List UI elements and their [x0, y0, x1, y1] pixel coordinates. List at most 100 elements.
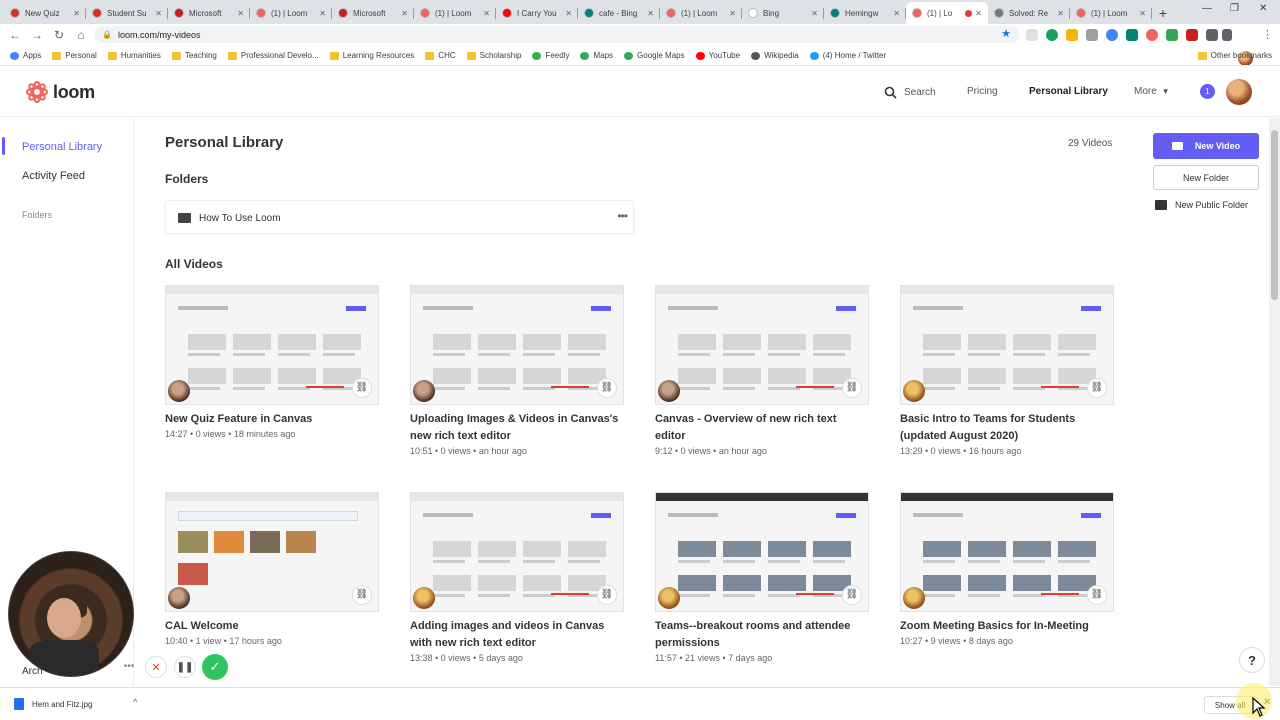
nav-personal-library[interactable]: Personal Library [1029, 86, 1108, 97]
close-tab-icon[interactable]: ✕ [155, 9, 162, 18]
extension-icon[interactable] [1186, 29, 1198, 41]
video-thumbnail[interactable]: ⛓ [655, 285, 869, 405]
video-thumbnail[interactable]: ⛓ [410, 285, 624, 405]
bookmark-star-icon[interactable]: ★ [1001, 27, 1011, 40]
bookmark-item[interactable]: Humanities [107, 51, 161, 60]
restore-icon[interactable]: ❐ [1230, 3, 1239, 14]
new-folder-button[interactable]: New Folder [1153, 165, 1259, 190]
video-thumbnail[interactable]: ⛓ [900, 492, 1114, 612]
video-card[interactable]: ⛓ Basic Intro to Teams for Students (upda… [900, 285, 1114, 456]
close-tab-icon[interactable]: ✕ [565, 9, 572, 18]
video-title[interactable]: CAL Welcome [165, 618, 379, 635]
extension-icon[interactable] [1106, 29, 1118, 41]
media-icon[interactable] [1222, 29, 1232, 41]
extension-icon[interactable] [1026, 29, 1038, 41]
bookmark-item[interactable]: Maps [580, 51, 613, 60]
bookmark-item[interactable]: Apps [10, 51, 41, 60]
nav-pricing[interactable]: Pricing [967, 86, 998, 97]
browser-tab[interactable]: cafe - Bing ✕ [578, 2, 660, 24]
video-title[interactable]: Basic Intro to Teams for Students (updat… [900, 411, 1114, 445]
video-card[interactable]: ⛓ Uploading Images & Videos in Canvas's n… [410, 285, 624, 456]
nav-more[interactable]: More ▼ [1134, 86, 1170, 97]
notification-badge[interactable]: 1 [1200, 84, 1215, 99]
video-thumbnail[interactable]: ⛓ [410, 492, 624, 612]
more-options-icon[interactable]: ••• [617, 209, 628, 223]
video-card[interactable]: ⛓ Zoom Meeting Basics for In-Meeting 10:27… [900, 492, 1114, 646]
help-button[interactable]: ? [1239, 647, 1265, 673]
browser-tab[interactable]: Solved: Re ✕ [988, 2, 1070, 24]
close-tab-icon[interactable]: ✕ [647, 9, 654, 18]
bookmark-item[interactable]: CHC [425, 51, 456, 60]
nav-search[interactable]: Search [884, 86, 936, 99]
bookmark-item[interactable]: Feedly [532, 51, 569, 60]
bookmark-item[interactable]: Scholarship [466, 51, 521, 60]
close-tab-icon[interactable]: ✕ [237, 9, 244, 18]
reload-icon[interactable]: ↻ [48, 28, 70, 42]
bookmark-item[interactable]: YouTube [695, 51, 740, 60]
minimize-icon[interactable]: — [1202, 3, 1212, 14]
copy-link-icon[interactable]: ⛓ [597, 585, 617, 605]
browser-tab[interactable]: (1) | Loom ✕ [414, 2, 496, 24]
bookmark-item[interactable]: Google Maps [624, 51, 685, 60]
browser-tab[interactable]: Microsoft ✕ [332, 2, 414, 24]
video-thumbnail[interactable]: ⛓ [655, 492, 869, 612]
close-window-icon[interactable]: ✕ [1259, 3, 1267, 14]
cancel-recording-icon[interactable]: ✕ [145, 656, 167, 678]
puzzle-icon[interactable] [1206, 29, 1218, 41]
bookmark-item[interactable]: (4) Home / Twitter [809, 51, 886, 60]
browser-tab[interactable]: (1) | Lo ✕ [906, 2, 988, 24]
copy-link-icon[interactable]: ⛓ [1087, 378, 1107, 398]
video-card[interactable]: ⛓ Canvas - Overview of new rich text edit… [655, 285, 869, 456]
bookmark-item[interactable]: Personal [52, 51, 97, 60]
user-avatar[interactable] [1226, 79, 1252, 105]
browser-tab[interactable]: Hemingw ✕ [824, 2, 906, 24]
close-tab-icon[interactable]: ✕ [483, 9, 490, 18]
browser-tab[interactable]: Microsoft ✕ [168, 2, 250, 24]
extension-icon[interactable] [1086, 29, 1098, 41]
video-card[interactable]: ⛓ Adding images and videos in Canvas with… [410, 492, 624, 663]
browser-tab[interactable]: Bing ✕ [742, 2, 824, 24]
scrollbar-thumb[interactable] [1271, 130, 1278, 300]
browser-tab[interactable]: Student Su ✕ [86, 2, 168, 24]
folder-card[interactable]: How To Use Loom ••• [165, 200, 634, 234]
browser-tab[interactable]: New Quiz ✕ [4, 2, 86, 24]
loom-extension-icon[interactable] [1146, 29, 1158, 41]
copy-link-icon[interactable]: ⛓ [842, 378, 862, 398]
close-tab-icon[interactable]: ✕ [729, 9, 736, 18]
more-controls-icon[interactable]: ••• [121, 658, 137, 674]
new-video-button[interactable]: New Video [1153, 133, 1259, 159]
url-field[interactable]: 🔒 loom.com/my-videos ★ [94, 26, 1019, 43]
video-title[interactable]: Teams--breakout rooms and attendee permi… [655, 618, 869, 652]
bookmark-item[interactable]: Teaching [171, 51, 217, 60]
browser-tab[interactable]: (1) | Loom ✕ [660, 2, 742, 24]
copy-link-icon[interactable]: ⛓ [597, 378, 617, 398]
new-public-folder-button[interactable]: New Public Folder [1155, 200, 1248, 210]
back-icon[interactable]: ← [4, 28, 26, 42]
close-tab-icon[interactable]: ✕ [401, 9, 408, 18]
loom-logo[interactable]: loom [26, 81, 95, 103]
video-title[interactable]: Adding images and videos in Canvas with … [410, 618, 624, 652]
video-card[interactable]: ⛓ CAL Welcome 10:40 • 1 view • 17 hours ag… [165, 492, 379, 646]
video-title[interactable]: Uploading Images & Videos in Canvas's ne… [410, 411, 624, 445]
close-tab-icon[interactable]: ✕ [1139, 9, 1146, 18]
home-icon[interactable]: ⌂ [70, 28, 92, 42]
video-thumbnail[interactable]: ⛓ [165, 492, 379, 612]
grammarly-icon[interactable] [1046, 29, 1058, 41]
chevron-up-icon[interactable]: ^ [133, 697, 137, 707]
close-tab-icon[interactable]: ✕ [975, 9, 982, 18]
copy-link-icon[interactable]: ⛓ [352, 585, 372, 605]
video-thumbnail[interactable]: ⛓ [900, 285, 1114, 405]
close-tab-icon[interactable]: ✕ [73, 9, 80, 18]
video-thumbnail[interactable]: ⛓ [165, 285, 379, 405]
browser-tab[interactable]: (1) | Loom ✕ [250, 2, 332, 24]
extension-icon[interactable] [1066, 29, 1078, 41]
download-item[interactable]: Hem and Fitz.jpg [14, 698, 92, 710]
page-scrollbar[interactable] [1269, 118, 1280, 686]
close-tab-icon[interactable]: ✕ [1057, 9, 1064, 18]
video-card[interactable]: ⛓ New Quiz Feature in Canvas 14:27 • 0 vie… [165, 285, 379, 439]
copy-link-icon[interactable]: ⛓ [1087, 585, 1107, 605]
copy-link-icon[interactable]: ⛓ [842, 585, 862, 605]
bookmark-item[interactable]: Professional Develo... [227, 51, 319, 60]
video-title[interactable]: Zoom Meeting Basics for In-Meeting [900, 618, 1114, 635]
webcam-bubble[interactable] [8, 551, 134, 677]
